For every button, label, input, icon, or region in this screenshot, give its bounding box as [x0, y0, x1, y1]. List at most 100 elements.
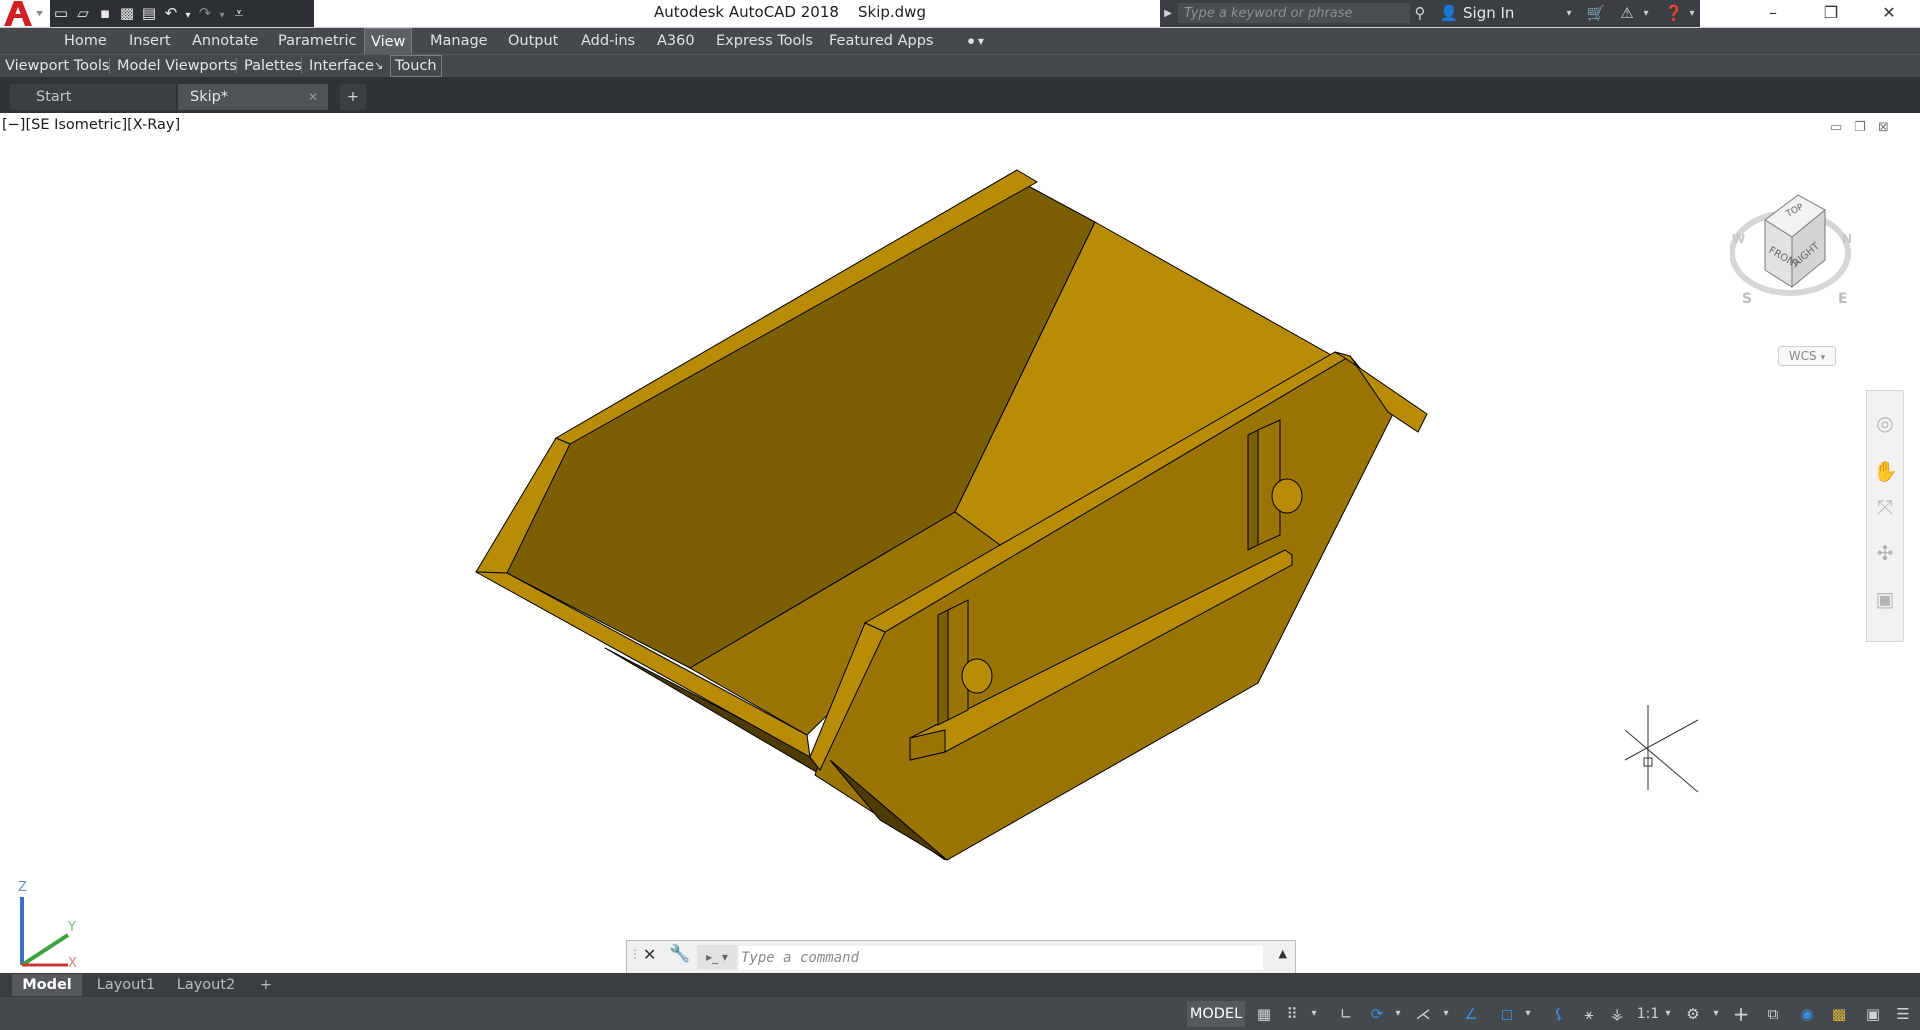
ortho-icon[interactable]: ∟ — [1336, 1001, 1356, 1027]
sign-in-link[interactable]: Sign In — [1463, 0, 1514, 27]
file-tab-start[interactable]: Start — [10, 84, 176, 110]
tab-add-ins[interactable]: Add-ins — [575, 28, 641, 54]
snap-dropdown-icon[interactable]: ▾ — [1308, 1001, 1320, 1027]
model-space-button[interactable]: MODEL — [1187, 1001, 1245, 1027]
close-tab-icon[interactable]: ✕ — [308, 84, 318, 110]
help-dropdown-icon[interactable]: ▾ — [1686, 0, 1698, 27]
tab-parametric[interactable]: Parametric — [272, 28, 363, 54]
ucs-icon[interactable]: Z Y X — [12, 875, 82, 970]
customize-qat-icon[interactable]: ⩡ — [228, 0, 250, 27]
user-icon[interactable]: 👤 — [1436, 0, 1462, 27]
undo-icon[interactable]: ↶ — [160, 0, 182, 27]
viewport-close-icon[interactable]: ⊠ — [1878, 120, 1889, 135]
isolate-objects-icon[interactable]: ▩ — [1828, 1001, 1850, 1027]
quick-properties-icon[interactable]: ◉ — [1796, 1001, 1818, 1027]
autodesk-exchange-icon[interactable]: ⚠ — [1614, 0, 1640, 27]
tab-a360[interactable]: A360 — [651, 28, 701, 54]
panel-interface[interactable]: Interface — [309, 55, 374, 77]
snap-icon[interactable]: ⠿ — [1282, 1001, 1302, 1027]
binoculars-icon[interactable]: ⚲ — [1406, 0, 1434, 27]
auto-scale-icon[interactable]: ⚹ — [1578, 1001, 1600, 1027]
isodraft-icon[interactable]: ⋌ — [1412, 1001, 1434, 1027]
ribbon-minimize-icon[interactable]: ⏺ ▾ — [962, 28, 990, 54]
new-layout-plus-icon[interactable]: + — [254, 974, 278, 996]
command-input[interactable] — [739, 946, 1263, 970]
redo-icon[interactable]: ↷ — [194, 0, 216, 27]
steering-wheel-icon[interactable]: ◎ — [1873, 411, 1897, 435]
cmd-grip-icon[interactable]: ⋮ — [629, 947, 641, 961]
viewcube[interactable]: TOP FRONT RIGHT S E W N — [1730, 185, 1860, 320]
compass-e-label[interactable]: E — [1838, 291, 1848, 307]
panel-palettes[interactable]: Palettes — [244, 55, 302, 77]
polar-tracking-icon[interactable]: ⟳ — [1366, 1001, 1388, 1027]
layout-tab-layout2[interactable]: Layout2 — [170, 974, 242, 996]
save-as-icon[interactable]: ▩ — [116, 0, 138, 27]
panel-viewport-tools[interactable]: Viewport Tools — [5, 55, 109, 77]
minimize-button[interactable]: – — [1744, 0, 1802, 27]
object-snap-tracking-icon[interactable]: ∠ — [1460, 1001, 1482, 1027]
customization-menu-icon[interactable]: ☰ — [1892, 1001, 1914, 1027]
cmd-close-icon[interactable]: ✕ — [643, 945, 656, 964]
polar-dropdown-icon[interactable]: ▾ — [1392, 1001, 1404, 1027]
restore-button[interactable]: ❐ — [1802, 0, 1860, 27]
units-icon[interactable]: ⧉ — [1762, 1001, 1784, 1027]
compass-w-label[interactable]: W — [1732, 232, 1745, 246]
close-button[interactable]: ✕ — [1860, 0, 1918, 27]
annotation-visibility-icon[interactable]: ⚸ — [1548, 1001, 1570, 1027]
panel-model-viewports[interactable]: Model Viewports — [117, 55, 237, 77]
annotation-monitor-icon[interactable]: + — [1730, 1001, 1752, 1027]
open-file-icon[interactable]: ▱ — [72, 0, 94, 27]
tab-manage[interactable]: Manage — [424, 28, 494, 54]
zoom-extents-icon[interactable]: ⤧ — [1873, 495, 1897, 519]
new-tab-plus-icon[interactable]: + — [340, 84, 366, 110]
pan-hand-icon[interactable]: ✋ — [1873, 459, 1898, 483]
scale-readout[interactable]: 1:1 — [1636, 1001, 1660, 1027]
object-snap-dropdown-icon[interactable]: ▾ — [1522, 1001, 1534, 1027]
search-expand-icon[interactable]: ▶ — [1160, 0, 1176, 27]
save-icon[interactable]: ▪ — [94, 0, 116, 27]
autocad-logo-button[interactable] — [0, 0, 46, 27]
workspace-dropdown-icon[interactable]: ▾ — [1710, 1001, 1722, 1027]
layout-tab-layout1[interactable]: Layout1 — [90, 974, 162, 996]
scale-dropdown-icon[interactable]: ▾ — [1662, 1001, 1674, 1027]
compass-s-label[interactable]: S — [1742, 291, 1752, 307]
cart-icon[interactable]: 🛒 — [1582, 0, 1610, 27]
panel-touch[interactable]: Touch — [390, 55, 442, 77]
workspace-gear-icon[interactable]: ⚙ — [1682, 1001, 1704, 1027]
annotation-scale-icon[interactable]: ⚶ — [1606, 1001, 1628, 1027]
viewport-minimize-icon[interactable]: ▭ — [1830, 120, 1842, 135]
object-snap-icon[interactable]: ◻ — [1496, 1001, 1518, 1027]
compass-n-label[interactable]: N — [1842, 232, 1852, 246]
cmd-history-icon[interactable]: ▲ — [1279, 947, 1287, 960]
cmd-recent-icon[interactable]: ▸_ ▾ — [697, 945, 737, 969]
plot-icon[interactable]: ▤ — [138, 0, 160, 27]
sign-in-dropdown-icon[interactable]: ▾ — [1562, 0, 1576, 27]
wcs-menu[interactable]: WCS ▾ — [1778, 346, 1836, 366]
undo-dropdown-icon[interactable]: ▾ — [182, 2, 194, 29]
exchange-dropdown-icon[interactable]: ▾ — [1640, 0, 1652, 27]
skip-bracket-right — [1247, 429, 1259, 551]
viewport-restore-icon[interactable]: ❐ — [1854, 120, 1866, 135]
isodraft-dropdown-icon[interactable]: ▾ — [1440, 1001, 1452, 1027]
viewport-label[interactable]: [−][SE Isometric][X-Ray] — [2, 117, 180, 133]
new-file-icon[interactable]: ▭ — [50, 0, 72, 27]
cmd-customize-wrench-icon[interactable]: 🔧 — [669, 944, 690, 964]
clean-screen-icon[interactable]: ▣ — [1862, 1001, 1884, 1027]
orbit-icon[interactable]: ✣ — [1873, 541, 1897, 565]
tab-annotate[interactable]: Annotate — [186, 28, 264, 54]
showmotion-icon[interactable]: ▣ — [1873, 587, 1897, 611]
tab-insert[interactable]: Insert — [123, 28, 177, 54]
layout-tab-model[interactable]: Model — [12, 974, 82, 996]
file-tab-skip[interactable]: Skip* ✕ — [178, 84, 328, 110]
search-input[interactable] — [1178, 3, 1410, 23]
help-icon[interactable]: ❓ — [1660, 0, 1688, 27]
skip-3d-model[interactable] — [470, 165, 1430, 875]
redo-dropdown-icon[interactable]: ▾ — [216, 2, 228, 29]
tab-express-tools[interactable]: Express Tools — [710, 28, 819, 54]
tab-output[interactable]: Output — [502, 28, 564, 54]
tab-view[interactable]: View — [364, 28, 413, 55]
panel-interface-launcher-icon[interactable]: ↘ — [374, 55, 383, 77]
grid-icon[interactable]: ▦ — [1254, 1001, 1274, 1027]
tab-home[interactable]: Home — [58, 28, 113, 54]
tab-featured-apps[interactable]: Featured Apps — [823, 28, 940, 54]
